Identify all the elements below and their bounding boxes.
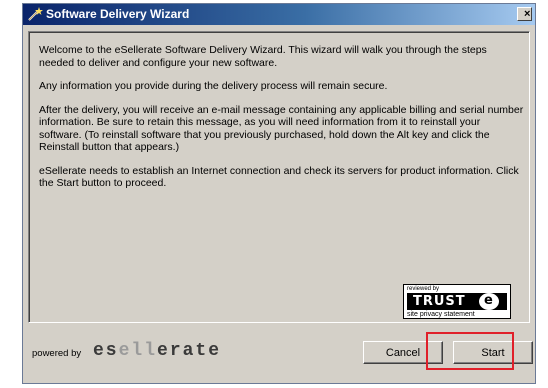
truste-badge[interactable]: reviewed by TRUST e site privacy stateme… [403,284,511,319]
truste-e-letter: e [484,293,493,308]
brand-part-3: erate [157,341,222,361]
paragraph-welcome: Welcome to the eSellerate Software Deliv… [39,44,487,69]
title-bar[interactable]: Software Delivery Wizard × [23,4,535,25]
paragraph-secure: Any information you provide during the d… [39,80,388,92]
paragraph-delivery: After the delivery, you will receive an … [39,103,524,154]
brand-part-1: es [93,341,119,361]
start-button-highlight [426,332,514,370]
close-icon: × [524,8,531,20]
truste-logo-text: TRUST [413,294,466,309]
welcome-text: Welcome to the eSellerate Software Deliv… [39,44,524,201]
truste-logo: TRUST e [407,293,507,310]
content-panel: Welcome to the eSellerate Software Deliv… [28,31,530,323]
powered-by-label: powered by [32,348,82,359]
paragraph-connection: eSellerate needs to establish an Interne… [39,164,519,190]
window-title: Software Delivery Wizard [46,7,190,21]
wand-icon [27,6,43,22]
truste-e-mark: e [479,293,499,310]
wizard-window: Software Delivery Wizard × Welcome to th… [22,3,536,384]
truste-privacy-label: site privacy statement [407,311,475,318]
esellerate-logo: esellerate [93,341,221,361]
close-button[interactable]: × [517,7,532,21]
brand-part-2: ell [118,341,158,361]
truste-reviewed-label: reviewed by [407,286,440,292]
